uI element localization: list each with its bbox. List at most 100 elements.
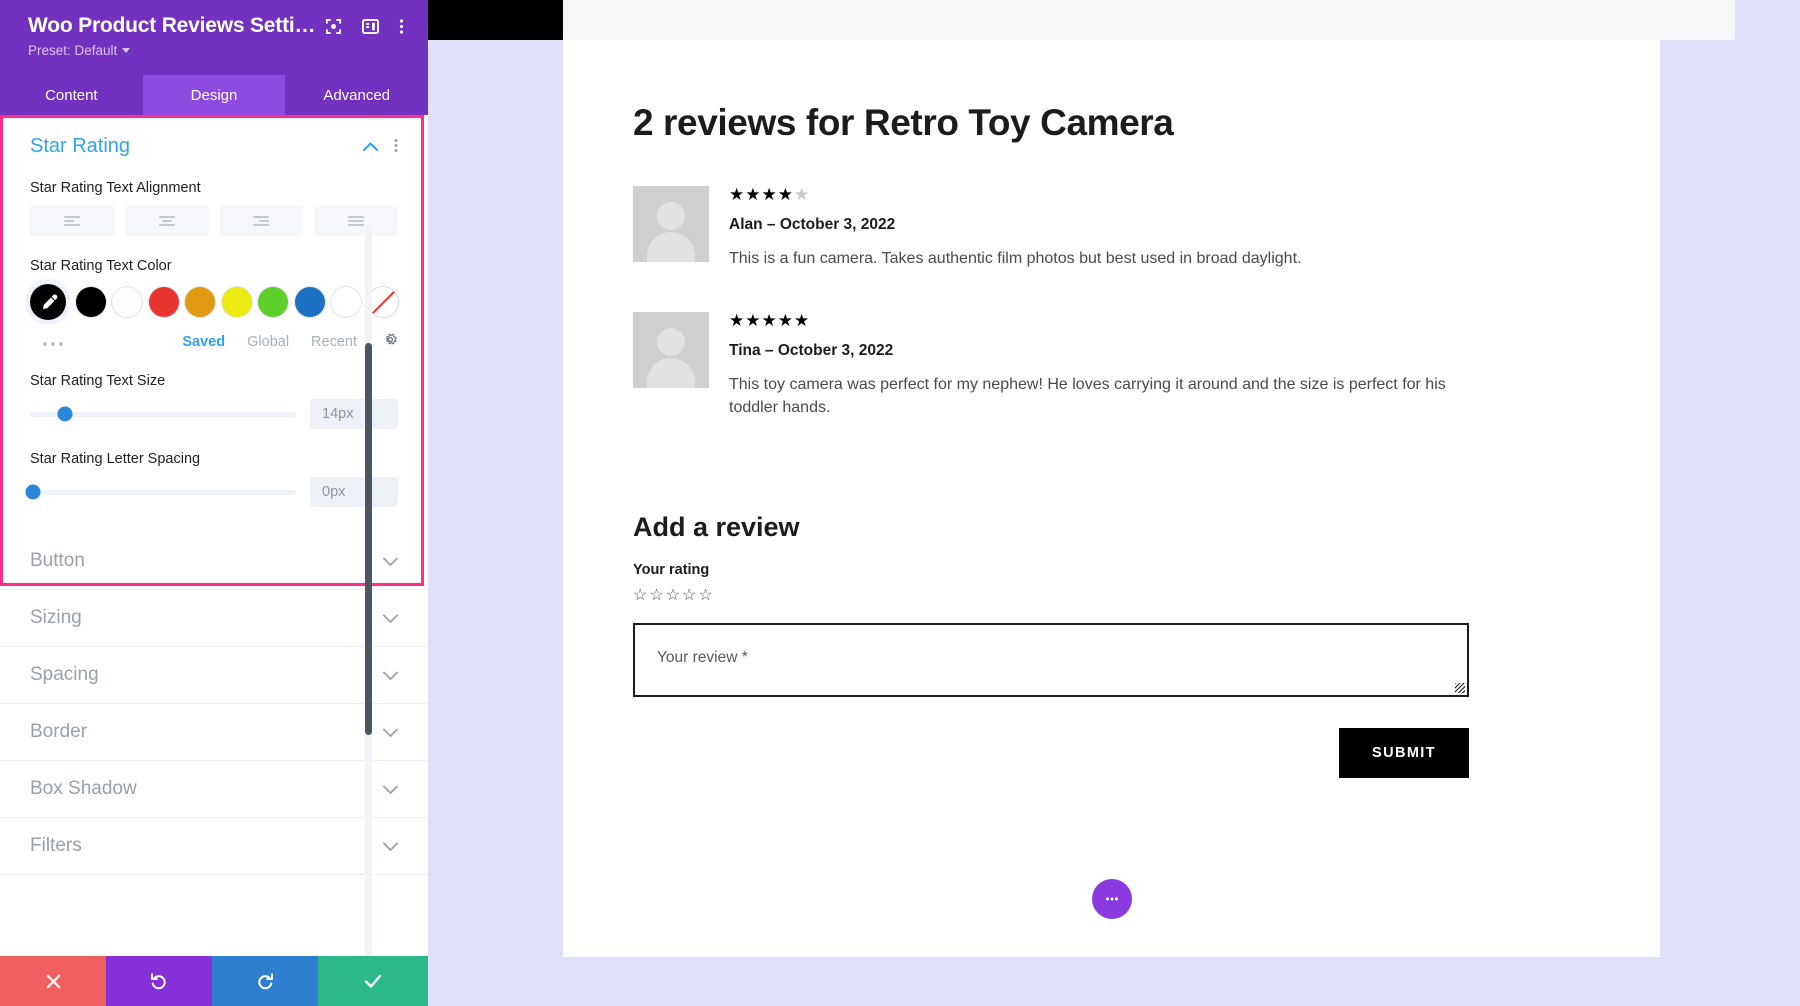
review-textarea[interactable]: Your review * (633, 622, 1469, 697)
undo-icon (151, 973, 166, 990)
reviews-heading: 2 reviews for Retro Toy Camera (633, 102, 1174, 143)
text-color-field: Star Rating Text Color Saved Global Rece… (30, 258, 398, 351)
star-rating: ★★★★★ (729, 185, 811, 204)
accordion-item-filters[interactable]: Filters (0, 818, 428, 875)
star-rating-section: Star Rating Star Rating Text Alignment S… (0, 115, 428, 507)
floating-menu-button[interactable] (1091, 879, 1132, 919)
text-size-label: Star Rating Text Size (30, 373, 166, 389)
section-title: Star Rating (30, 135, 131, 157)
panel-scrollbar-thumb[interactable] (365, 343, 372, 735)
panel-body: Star Rating Star Rating Text Alignment S… (0, 115, 428, 956)
align-center-button[interactable] (124, 206, 209, 236)
color-swatch-row (30, 284, 398, 320)
review-item: ★★★★★ Tina – October 3, 2022 This toy ca… (633, 312, 1590, 419)
letter-spacing-slider[interactable] (25, 484, 296, 500)
ellipsis-icon (1105, 897, 1118, 901)
chevron-down-icon (383, 781, 398, 798)
letter-spacing-field: Star Rating Letter Spacing 0px (25, 451, 398, 507)
preset-selector[interactable]: Preset: Default (28, 43, 408, 58)
check-icon (364, 974, 382, 988)
redo-icon (258, 973, 273, 990)
chevron-up-icon[interactable] (363, 139, 378, 155)
fullscreen-icon[interactable] (325, 18, 342, 35)
text-alignment-label: Star Rating Text Alignment (30, 180, 201, 196)
chevron-down-icon (383, 667, 398, 684)
tab-advanced[interactable]: Advanced (285, 75, 428, 115)
swatch-orange[interactable] (185, 287, 215, 317)
cancel-button[interactable] (0, 956, 106, 1006)
letter-spacing-value[interactable]: 0px (310, 477, 398, 507)
color-tab-recent[interactable]: Recent (311, 334, 357, 350)
review-text: This is a fun camera. Takes authentic fi… (729, 250, 1302, 267)
accordion-item-box-shadow[interactable]: Box Shadow (0, 761, 428, 818)
review-placeholder: Your review * (657, 648, 748, 666)
text-size-value[interactable]: 14px (310, 399, 398, 429)
section-more-vertical-icon[interactable] (394, 138, 398, 156)
text-color-label: Star Rating Text Color (30, 258, 172, 274)
accordion-label: Spacing (30, 664, 99, 685)
layout-panel-icon[interactable] (362, 18, 379, 35)
your-rating-label: Your rating (633, 561, 710, 578)
rating-stars-input[interactable]: ☆☆☆☆☆ (633, 585, 1590, 605)
swatch-black[interactable] (75, 287, 106, 317)
letter-spacing-slider-knob[interactable] (25, 484, 41, 500)
align-left-button[interactable] (30, 206, 114, 236)
swatch-none[interactable] (367, 287, 398, 317)
swatch-red[interactable] (148, 287, 179, 317)
text-size-slider[interactable] (30, 406, 296, 422)
align-right-icon (253, 215, 270, 227)
panel-header: Woo Product Reviews Setti… Preset: Defau… (0, 0, 428, 75)
color-tab-global[interactable]: Global (247, 334, 289, 350)
align-justify-icon (348, 215, 365, 227)
tab-content[interactable]: Content (0, 75, 143, 115)
panel-footer (0, 956, 428, 1006)
letter-spacing-label: Star Rating Letter Spacing (30, 451, 201, 467)
color-tab-saved[interactable]: Saved (182, 334, 225, 350)
text-alignment-field: Star Rating Text Alignment (30, 180, 398, 236)
accordion-item-spacing[interactable]: Spacing (0, 647, 428, 704)
preview-topbar (563, 0, 1800, 40)
product-page: 2 reviews for Retro Toy Camera ★★★★★ Ala… (563, 40, 1660, 957)
accordion-item-border[interactable]: Border (0, 704, 428, 761)
more-vertical-icon[interactable] (399, 18, 404, 35)
accordion-item-button[interactable]: Button (0, 533, 428, 590)
align-left-icon (63, 215, 80, 227)
preset-label: Preset: Default (28, 43, 118, 58)
align-right-button[interactable] (219, 206, 304, 236)
accordion-label: Button (30, 550, 85, 571)
settings-panel: Woo Product Reviews Setti… Preset: Defau… (0, 0, 428, 1006)
panel-title: Woo Product Reviews Setti… (28, 14, 316, 37)
chevron-down-icon (383, 724, 398, 741)
swatch-blue[interactable] (294, 287, 325, 317)
swatch-white[interactable] (112, 287, 142, 317)
resize-handle[interactable] (1455, 682, 1465, 693)
chevron-down-icon (383, 610, 398, 627)
save-button[interactable] (318, 956, 428, 1006)
accordion-label: Sizing (30, 607, 82, 628)
eyedropper-icon (42, 294, 57, 309)
gear-icon[interactable] (383, 332, 398, 351)
swatch-yellow[interactable] (221, 287, 252, 317)
accordion-label: Border (30, 721, 88, 742)
text-size-field: Star Rating Text Size 14px (30, 373, 398, 429)
review-text: This toy camera was perfect for my nephe… (729, 376, 1446, 417)
avatar (633, 186, 709, 262)
undo-button[interactable] (106, 956, 212, 1006)
align-justify-button[interactable] (314, 206, 398, 236)
tab-design[interactable]: Design (142, 75, 286, 115)
ellipsis-icon[interactable] (30, 332, 64, 351)
color-picker-button[interactable] (30, 284, 66, 320)
swatch-green[interactable] (258, 287, 288, 317)
accordion-item-sizing[interactable]: Sizing (0, 590, 428, 647)
close-icon (46, 974, 60, 988)
swatch-plain-white[interactable] (331, 287, 361, 317)
review-item: ★★★★★ Alan – October 3, 2022 This is a f… (633, 186, 1590, 270)
browser-black-strip (428, 0, 563, 40)
text-size-slider-knob[interactable] (57, 406, 73, 422)
chevron-down-icon (383, 553, 398, 570)
accordion-label: Filters (30, 835, 82, 856)
submit-button[interactable]: SUBMIT (1339, 727, 1469, 778)
settings-accordion: Button Sizing Spacing Border Box Shadow … (0, 533, 428, 875)
align-center-icon (158, 215, 175, 227)
redo-button[interactable] (212, 956, 318, 1006)
